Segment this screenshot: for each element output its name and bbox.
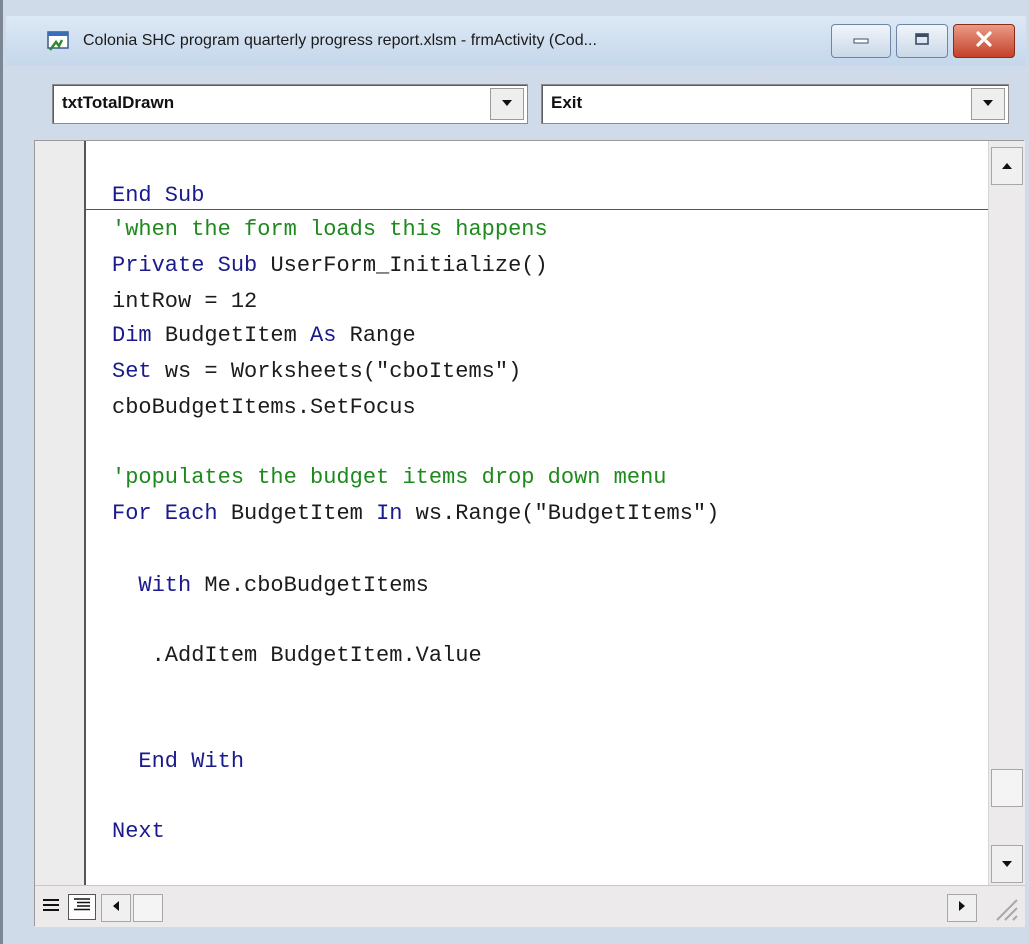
chevron-down-icon — [1001, 855, 1013, 873]
procedure-dropdown-value: Exit — [551, 93, 583, 112]
chevron-down-icon — [981, 95, 995, 113]
procedure-separator — [86, 209, 988, 210]
code-line: Private Sub UserForm_Initialize() — [112, 253, 548, 279]
keyword-token: Private Sub — [112, 253, 271, 278]
code-token: cboBudgetItems.SetFocus — [112, 395, 416, 420]
keyword-token: For Each — [112, 501, 231, 526]
object-dropdown-button[interactable] — [490, 88, 524, 120]
chevron-up-icon — [1001, 157, 1013, 175]
code-token: BudgetItem — [164, 323, 311, 348]
chevron-down-icon — [500, 95, 514, 113]
margin-indicator-bar[interactable] — [35, 141, 85, 885]
procedure-view-button[interactable] — [37, 894, 65, 920]
full-module-view-icon — [72, 897, 92, 918]
code-line: 'populates the budget items drop down me… — [112, 465, 667, 491]
code-token: BudgetItem — [230, 501, 377, 526]
code-line: Next — [112, 819, 165, 845]
code-line: For Each BudgetItem In ws.Range("BudgetI… — [112, 501, 719, 527]
vba-project-icon — [47, 30, 71, 52]
code-line: intRow = 12 — [112, 289, 257, 315]
keyword-token: Set — [112, 359, 165, 384]
object-dropdown[interactable]: txtTotalDrawn — [52, 84, 528, 124]
keyword-token: With — [112, 573, 205, 598]
close-button[interactable] — [953, 24, 1015, 58]
maximize-icon — [914, 32, 930, 51]
procedure-dropdown[interactable]: Exit — [541, 84, 1009, 124]
window-title: Colonia SHC program quarterly progress r… — [83, 32, 597, 49]
code-line: Dim BudgetItem As Range — [112, 323, 416, 349]
code-token: intRow = 12 — [112, 289, 258, 314]
close-icon — [975, 30, 993, 52]
code-line: End With — [112, 749, 244, 775]
chevron-left-icon — [112, 899, 120, 917]
code-pane[interactable]: End Sub 'when the form loads this happen… — [86, 141, 988, 885]
object-dropdown-value: txtTotalDrawn — [62, 93, 175, 112]
horizontal-scroll-thumb[interactable] — [133, 894, 163, 922]
comment-token: 'when the form loads this happens — [112, 217, 548, 242]
keyword-token: As — [310, 323, 350, 348]
code-line: End Sub — [112, 183, 204, 209]
bottom-bar — [35, 885, 1025, 927]
chevron-right-icon — [958, 899, 966, 917]
keyword-token: End Sub — [112, 183, 205, 208]
code-token: ws = Worksheets("cboItems") — [164, 359, 522, 384]
scroll-left-button[interactable] — [101, 894, 131, 922]
scroll-up-button[interactable] — [991, 147, 1023, 185]
procedure-dropdown-button[interactable] — [971, 88, 1005, 120]
keyword-token: End With — [112, 749, 245, 774]
vertical-scroll-thumb[interactable] — [991, 769, 1023, 807]
full-module-view-button[interactable] — [68, 894, 96, 920]
code-line: With Me.cboBudgetItems — [112, 573, 429, 599]
keyword-token: Next — [112, 819, 165, 844]
resize-grip-icon[interactable] — [987, 890, 1021, 924]
scroll-down-button[interactable] — [991, 845, 1023, 883]
code-token: UserForm_Initialize() — [270, 253, 548, 278]
code-line: cboBudgetItems.SetFocus — [112, 395, 416, 421]
code-line: .AddItem BudgetItem.Value — [112, 643, 482, 669]
maximize-button[interactable] — [896, 24, 948, 58]
code-token: Me.cboBudgetItems — [204, 573, 429, 598]
comment-token: 'populates the budget items drop down me… — [112, 465, 667, 490]
procedure-view-icon — [41, 897, 61, 918]
scroll-right-button[interactable] — [947, 894, 977, 922]
code-line: 'when the form loads this happens — [112, 217, 548, 243]
keyword-token: In — [376, 501, 416, 526]
minimize-button[interactable] — [831, 24, 891, 58]
code-token: .AddItem BudgetItem.Value — [112, 643, 482, 668]
code-line: Set ws = Worksheets("cboItems") — [112, 359, 521, 385]
code-token: Range — [349, 323, 416, 348]
keyword-token: Dim — [112, 323, 165, 348]
vertical-scrollbar[interactable] — [988, 141, 1025, 885]
minimize-icon — [852, 32, 870, 50]
code-token: ws.Range("BudgetItems") — [415, 501, 720, 526]
code-window: Colonia SHC program quarterly progress r… — [0, 0, 1029, 944]
code-editor: End Sub 'when the form loads this happen… — [34, 140, 1025, 927]
